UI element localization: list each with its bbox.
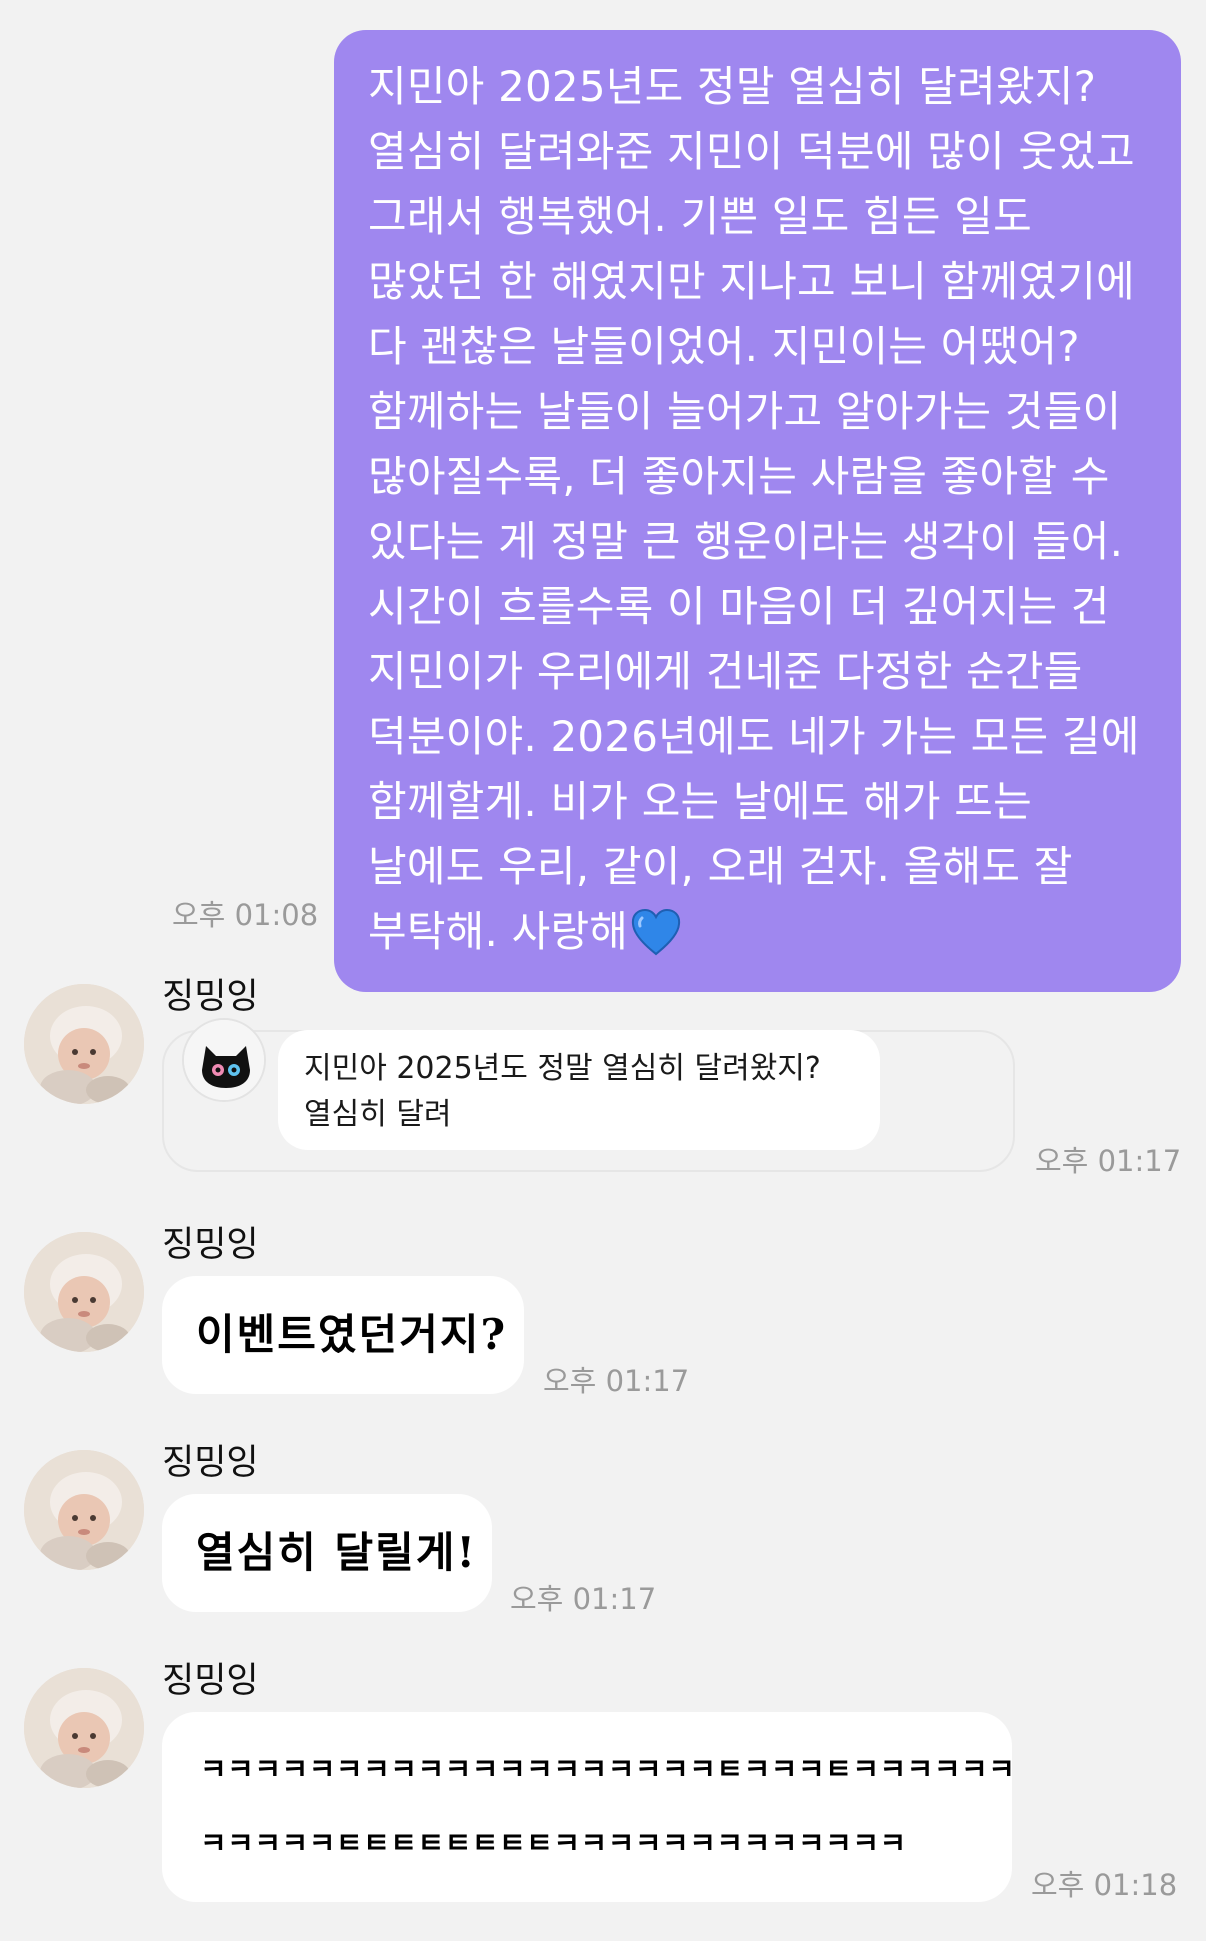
timestamp: 오후 01:17 — [510, 1582, 657, 1616]
timestamp: 오후 01:17 — [543, 1364, 690, 1398]
message-line: ㅋㅋㅋㅋㅋㅌㅌㅌㅌㅌㅌㅌㅌㅋㅋㅋㅋㅋㅋㅋㅋㅋㅋㅋㅋㅋ — [200, 1826, 907, 1860]
avatar[interactable] — [24, 984, 144, 1104]
reply-profile-icon — [182, 1018, 266, 1102]
message-bubble[interactable]: ㅋㅋㅋㅋㅋㅋㅋㅋㅋㅋㅋㅋㅋㅋㅋㅋㅋㅋㅋㅌㅋㅋㅋㅌㅋㅋㅋㅋㅋㅋㅋㅋ ㅋㅋㅋㅋㅋㅌㅌ… — [162, 1712, 1012, 1902]
timestamp: 오후 01:08 — [172, 898, 319, 932]
outgoing-bubble[interactable]: 지민아 2025년도 정말 열심히 달려왔지? 열심히 달려와준 지민이 덕분에… — [334, 30, 1181, 992]
outgoing-text: 지민아 2025년도 정말 열심히 달려왔지? 열심히 달려와준 지민이 덕분에… — [368, 62, 1140, 956]
avatar[interactable] — [24, 1668, 144, 1788]
sender-name: 징밍잉 — [162, 977, 259, 1017]
sender-name: 징밍잉 — [162, 1225, 259, 1265]
baby-avatar-image — [24, 1450, 144, 1570]
message-bubble[interactable]: 열심히 달릴게! — [162, 1494, 492, 1612]
timestamp: 오후 01:17 — [1035, 1144, 1182, 1178]
baby-avatar-image — [24, 1668, 144, 1788]
sender-name: 징밍잉 — [162, 1443, 259, 1483]
black-cat-icon — [184, 1020, 264, 1100]
message-line: ㅋㅋㅋㅋㅋㅋㅋㅋㅋㅋㅋㅋㅋㅋㅋㅋㅋㅋㅋㅌㅋㅋㅋㅌㅋㅋㅋㅋㅋㅋㅋㅋ — [200, 1752, 1012, 1786]
reply-card[interactable]: 지민아 2025년도 정말 열심히 달려왔지? 열심히 달려 — [162, 1018, 1015, 1172]
timestamp: 오후 01:18 — [1031, 1868, 1178, 1902]
quoted-message: 지민아 2025년도 정말 열심히 달려왔지? 열심히 달려 — [278, 1030, 880, 1150]
avatar[interactable] — [24, 1232, 144, 1352]
sender-name: 징밍잉 — [162, 1661, 259, 1701]
chat-view: 지민아 2025년도 정말 열심히 달려왔지? 열심히 달려와준 지민이 덕분에… — [0, 0, 1206, 1941]
baby-avatar-image — [24, 1232, 144, 1352]
message-bubble[interactable]: 이벤트였던거지? — [162, 1276, 524, 1394]
baby-avatar-image — [24, 984, 144, 1104]
blue-heart-icon — [632, 908, 681, 956]
avatar[interactable] — [24, 1450, 144, 1570]
